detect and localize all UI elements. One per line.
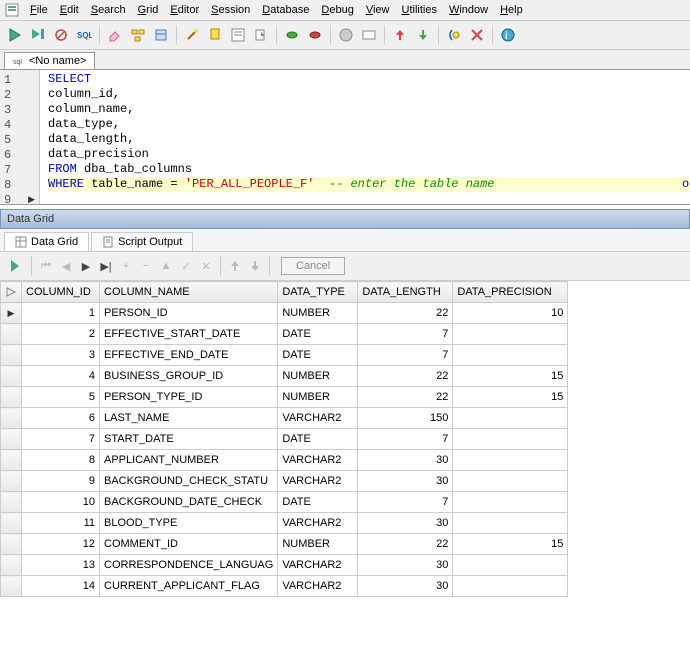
menu-file[interactable]: File: [24, 2, 54, 18]
editor-tab[interactable]: sql <No name>: [4, 52, 95, 69]
menu-help[interactable]: Help: [494, 2, 529, 18]
separator: [220, 256, 221, 276]
separator: [269, 256, 270, 276]
menu-window[interactable]: Window: [443, 2, 494, 18]
tune-icon[interactable]: [443, 24, 465, 46]
corner-cell[interactable]: [1, 282, 22, 303]
separator: [330, 25, 331, 45]
tab-script-output[interactable]: Script Output: [91, 232, 193, 251]
col-header-data_length[interactable]: DATA_LENGTH: [358, 282, 453, 303]
table-row[interactable]: ▶1PERSON_IDNUMBER2210: [1, 303, 568, 324]
execute-icon[interactable]: [4, 24, 26, 46]
col-header-data_type[interactable]: DATA_TYPE: [278, 282, 358, 303]
menu-editor[interactable]: Editor: [164, 2, 205, 18]
data-grid-panel-title: Data Grid: [0, 209, 690, 229]
result-tabs: Data Grid Script Output: [0, 229, 690, 252]
menu-session[interactable]: Session: [205, 2, 256, 18]
result-grid[interactable]: COLUMN_IDCOLUMN_NAMEDATA_TYPEDATA_LENGTH…: [0, 281, 690, 660]
nav-add[interactable]: +: [117, 257, 135, 275]
nav-first[interactable]: ⏮: [37, 257, 55, 275]
help-icon[interactable]: i: [497, 24, 519, 46]
separator: [438, 25, 439, 45]
editor-tabbar: sql <No name>: [0, 50, 690, 70]
nav-last[interactable]: ▶|: [97, 257, 115, 275]
menu-search[interactable]: Search: [85, 2, 132, 18]
run-trace-icon[interactable]: [50, 24, 72, 46]
tab-script-output-label: Script Output: [118, 236, 182, 248]
svg-text:i: i: [505, 31, 508, 42]
app-icon: [4, 2, 20, 18]
svg-text:sql: sql: [13, 59, 22, 66]
show-icon[interactable]: [358, 24, 380, 46]
table-row[interactable]: 4BUSINESS_GROUP_IDNUMBER2215: [1, 366, 568, 387]
bookmark-icon[interactable]: [204, 24, 226, 46]
sql-recall-icon[interactable]: SQL: [73, 24, 95, 46]
export-down-icon[interactable]: [246, 257, 264, 275]
table-row[interactable]: 11BLOOD_TYPEVARCHAR230: [1, 513, 568, 534]
object-icon[interactable]: [150, 24, 172, 46]
nav-post[interactable]: ✓: [177, 257, 195, 275]
separator: [492, 25, 493, 45]
describe-icon[interactable]: [227, 24, 249, 46]
clear-icon[interactable]: [466, 24, 488, 46]
execute-script-icon[interactable]: [27, 24, 49, 46]
menu-debug[interactable]: Debug: [315, 2, 359, 18]
table-row[interactable]: 14CURRENT_APPLICANT_FLAGVARCHAR230: [1, 576, 568, 597]
separator: [31, 256, 32, 276]
menu-grid[interactable]: Grid: [132, 2, 165, 18]
table-row[interactable]: 7START_DATEDATE7: [1, 429, 568, 450]
load-icon[interactable]: [389, 24, 411, 46]
sql-editor: 123456789▶ SELECTcolumn_id,column_name,d…: [0, 70, 690, 205]
separator: [276, 25, 277, 45]
schema-icon[interactable]: [127, 24, 149, 46]
line-gutter: 123456789▶: [0, 70, 40, 204]
export-icon[interactable]: [250, 24, 272, 46]
tab-data-grid[interactable]: Data Grid: [4, 232, 89, 251]
menu-view[interactable]: View: [360, 2, 396, 18]
grid-toolbar: ⏮ ◀ ▶ ▶| + − ▲ ✓ ✕ Cancel: [0, 252, 690, 281]
separator: [99, 25, 100, 45]
script-icon: [102, 236, 114, 248]
col-header-column_id[interactable]: COLUMN_ID: [22, 282, 100, 303]
menu-database[interactable]: Database: [256, 2, 315, 18]
tab-data-grid-label: Data Grid: [31, 236, 78, 248]
rollback-icon[interactable]: [304, 24, 326, 46]
tab-label: <No name>: [29, 55, 86, 67]
menu-edit[interactable]: Edit: [54, 2, 85, 18]
menu-utilities[interactable]: Utilities: [395, 2, 442, 18]
table-row[interactable]: 12COMMENT_IDNUMBER2215: [1, 534, 568, 555]
col-header-column_name[interactable]: COLUMN_NAME: [100, 282, 278, 303]
nav-next[interactable]: ▶: [77, 257, 95, 275]
table-row[interactable]: 2EFFECTIVE_START_DATEDATE7: [1, 324, 568, 345]
main-toolbar: SQL i: [0, 21, 690, 50]
export-up-icon[interactable]: [226, 257, 244, 275]
refresh-icon[interactable]: [4, 255, 26, 277]
table-row[interactable]: 8APPLICANT_NUMBERVARCHAR230: [1, 450, 568, 471]
save-icon[interactable]: [412, 24, 434, 46]
table-row[interactable]: 13CORRESPONDENCE_LANGUAGVARCHAR230: [1, 555, 568, 576]
commit-icon[interactable]: [281, 24, 303, 46]
separator: [176, 25, 177, 45]
table-row[interactable]: 5PERSON_TYPE_IDNUMBER2215: [1, 387, 568, 408]
nav-delete[interactable]: −: [137, 257, 155, 275]
separator: [384, 25, 385, 45]
cancel-button[interactable]: Cancel: [281, 257, 345, 275]
table-row[interactable]: 9BACKGROUND_CHECK_STATUVARCHAR230: [1, 471, 568, 492]
nav-prev[interactable]: ◀: [57, 257, 75, 275]
grid-icon: [15, 236, 27, 248]
col-header-data_precision[interactable]: DATA_PRECISION: [453, 282, 568, 303]
nav-cancel[interactable]: ✕: [197, 257, 215, 275]
svg-text:SQL: SQL: [77, 31, 92, 40]
table-row[interactable]: 3EFFECTIVE_END_DATEDATE7: [1, 345, 568, 366]
nav-edit[interactable]: ▲: [157, 257, 175, 275]
table-row[interactable]: 6LAST_NAMEVARCHAR2150: [1, 408, 568, 429]
code-area[interactable]: SELECTcolumn_id,column_name,data_type,da…: [40, 70, 690, 204]
stop-icon[interactable]: [335, 24, 357, 46]
table-row[interactable]: 10BACKGROUND_DATE_CHECKDATE7: [1, 492, 568, 513]
wand-icon[interactable]: [181, 24, 203, 46]
menubar: FileEditSearchGridEditorSessionDatabaseD…: [0, 0, 690, 21]
erase-icon[interactable]: [104, 24, 126, 46]
sql-tab-icon: sql: [13, 55, 25, 67]
